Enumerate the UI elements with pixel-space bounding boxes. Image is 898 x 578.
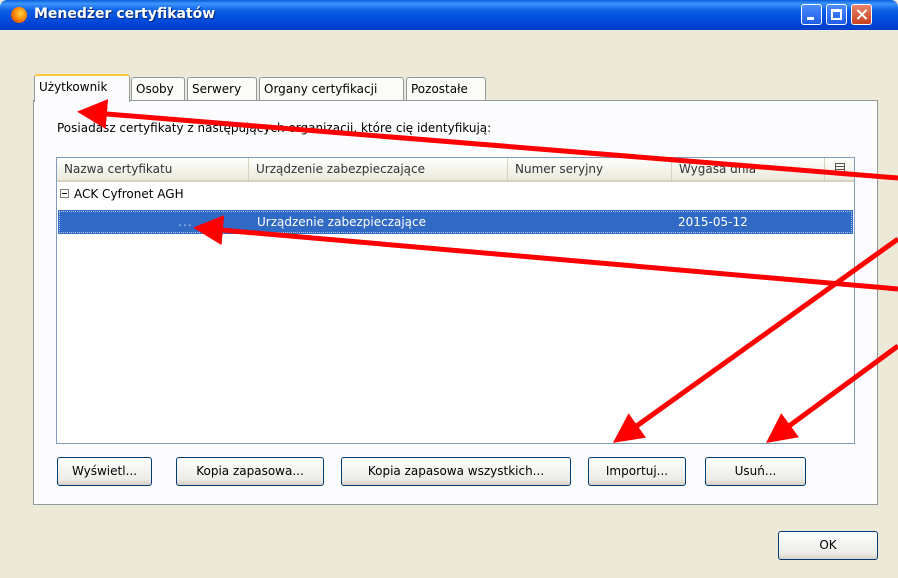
backup-all-button[interactable]: Kopia zapasowa wszystkich... [341, 457, 571, 486]
column-header-expires[interactable]: Wygasa dnia [672, 158, 825, 180]
title-bar[interactable]: Menedżer certyfikatów [0, 0, 898, 30]
ok-button[interactable]: OK [778, 531, 878, 560]
cell-certificate-name: ... [106, 215, 193, 229]
tree-header: Nazwa certyfikatu Urządzenie zabezpiecza… [57, 158, 854, 182]
tab-uzytkownik[interactable]: Użytkownik [34, 74, 130, 102]
column-header-name[interactable]: Nazwa certyfikatu [57, 158, 249, 180]
column-header-serial[interactable]: Numer seryjny [508, 158, 672, 180]
column-picker-icon[interactable] [835, 163, 845, 173]
tab-osoby[interactable]: Osoby [131, 77, 185, 100]
firefox-icon [11, 7, 27, 23]
cell-serial [514, 210, 572, 234]
tree-group-row[interactable]: ACK Cyfronet AGH [57, 184, 854, 204]
maximize-button[interactable] [826, 4, 847, 25]
tab-organy-certyfikacji[interactable]: Organy certyfikacji [259, 77, 404, 100]
minimize-button[interactable] [801, 4, 822, 25]
tab-pozostale[interactable]: Pozostałe [406, 77, 486, 100]
column-header-device[interactable]: Urządzenie zabezpieczające [249, 158, 508, 180]
view-button[interactable]: Wyświetl... [57, 457, 152, 486]
cell-device: Urządzenie zabezpieczające [257, 215, 427, 229]
group-label: ACK Cyfronet AGH [74, 187, 184, 201]
window-title: Menedżer certyfikatów [34, 6, 216, 22]
collapse-icon[interactable] [60, 189, 69, 198]
panel-intro-text: Posiadasz certyfikaty z następujących or… [57, 121, 492, 135]
delete-button[interactable]: Usuń... [705, 457, 806, 486]
table-row[interactable]: ... Urządzenie zabezpieczające 2015-05-1… [58, 210, 853, 234]
tab-serwery[interactable]: Serwery [187, 77, 257, 100]
close-button[interactable] [851, 4, 872, 25]
cell-expires: 2015-05-12 [678, 215, 748, 229]
backup-button[interactable]: Kopia zapasowa... [176, 457, 324, 486]
certificate-tree[interactable]: Nazwa certyfikatu Urządzenie zabezpiecza… [56, 157, 855, 444]
certificate-manager-window: Menedżer certyfikatów Użytkownik Osoby S… [0, 0, 898, 578]
import-button[interactable]: Importuj... [588, 457, 686, 486]
